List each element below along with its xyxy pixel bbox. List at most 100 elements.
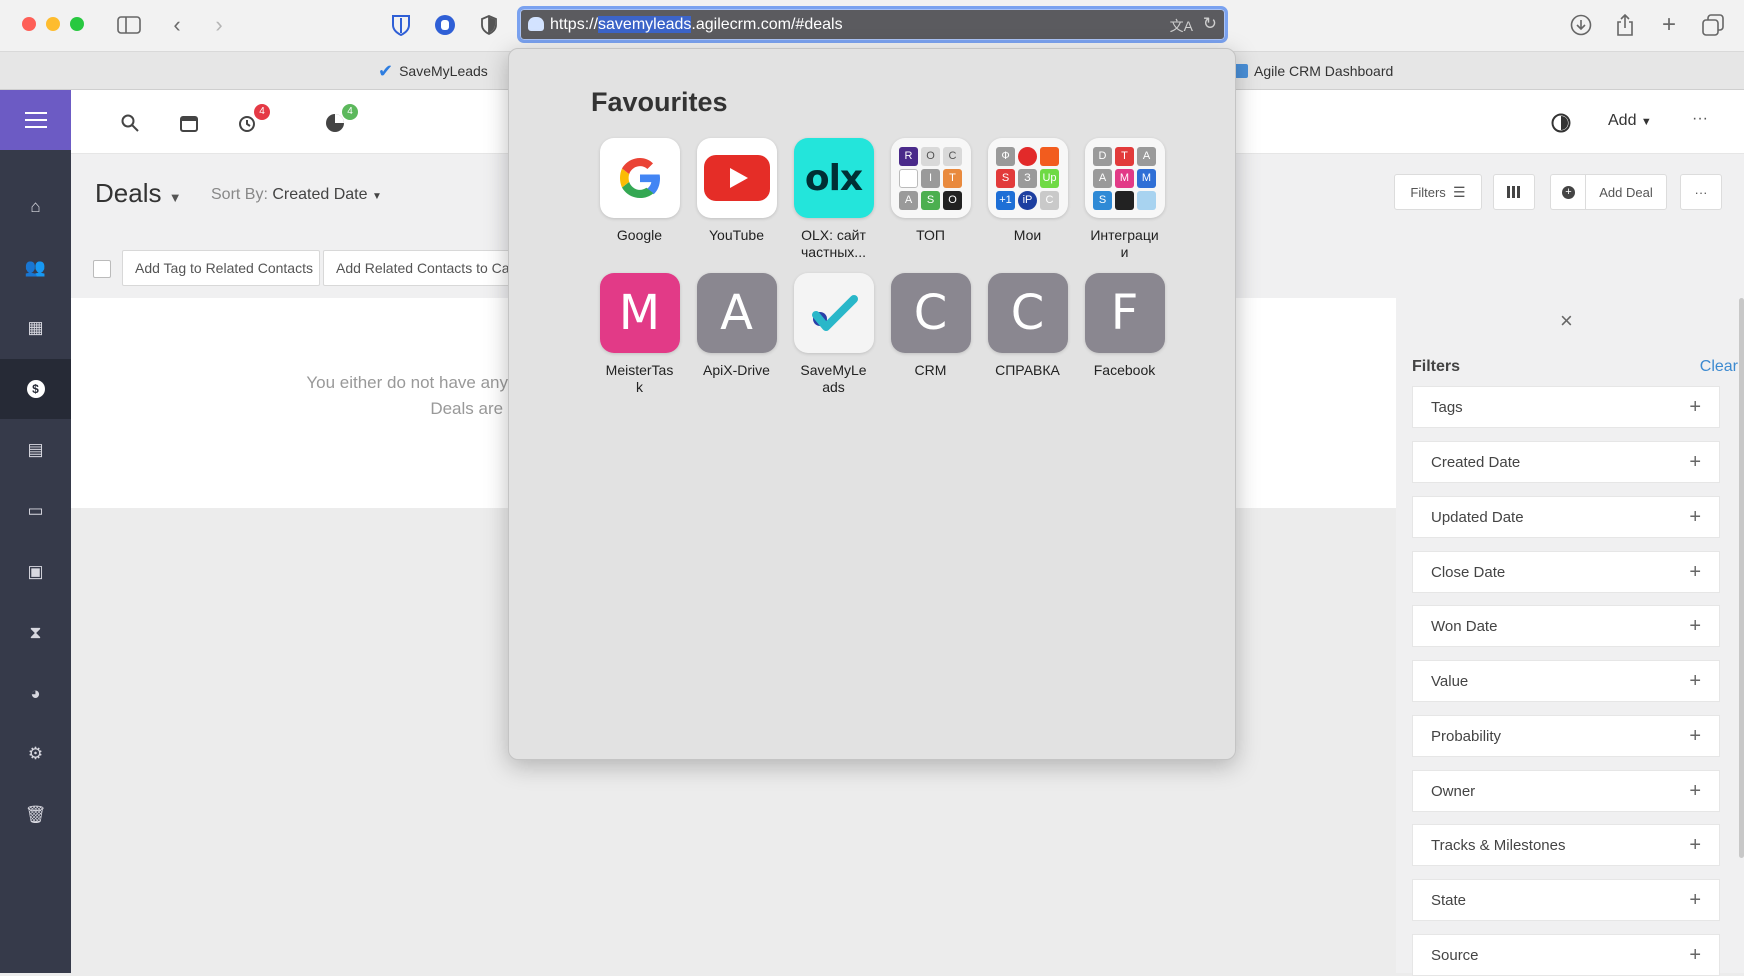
search-icon[interactable]: [117, 110, 143, 136]
filter-value[interactable]: Value +: [1412, 660, 1720, 702]
sidebar-toggle-icon[interactable]: [116, 12, 142, 38]
sidebar-inbox-icon[interactable]: ▭: [0, 481, 71, 541]
filter-won-date[interactable]: Won Date +: [1412, 605, 1720, 647]
activity-chart-icon[interactable]: 4: [322, 104, 358, 136]
page-title[interactable]: Deals ▼: [95, 178, 182, 209]
sidebar-reports-icon[interactable]: ◕: [0, 664, 71, 724]
filter-updated-date[interactable]: Updated Date +: [1412, 496, 1720, 538]
calendar-icon[interactable]: [176, 110, 202, 136]
plus-icon: +: [1689, 779, 1701, 802]
favourite-meistertask[interactable]: M MeisterTask: [591, 273, 688, 396]
sidebar-home-icon[interactable]: ⌂: [0, 177, 71, 237]
favourite-apix-drive[interactable]: A ApiX-Drive: [688, 273, 785, 379]
alarm-count-badge: 4: [254, 104, 270, 120]
spravka-letter-icon: C: [987, 273, 1068, 353]
minimize-window-button[interactable]: [46, 17, 60, 31]
reload-icon[interactable]: ↻: [1203, 14, 1217, 34]
url-text[interactable]: https://savemyleads.agilecrm.com/#deals: [550, 16, 843, 34]
sidebar-deals-icon[interactable]: $: [0, 359, 71, 419]
filter-created-date[interactable]: Created Date +: [1412, 441, 1720, 483]
plus-icon: +: [1689, 724, 1701, 747]
filter-source[interactable]: Source +: [1412, 934, 1720, 976]
header-more-button[interactable]: ···: [1692, 110, 1708, 128]
favourite-google[interactable]: Google: [591, 138, 688, 244]
bitwarden-extension-icon[interactable]: [388, 12, 414, 38]
add-deal-button[interactable]: Add Deal: [1585, 174, 1667, 210]
plus-icon: +: [1689, 888, 1701, 911]
new-tab-icon[interactable]: +: [1656, 11, 1682, 38]
filters-heading: Filters: [1412, 358, 1461, 375]
deals-more-button[interactable]: ···: [1680, 174, 1722, 210]
alarm-icon[interactable]: 4: [234, 104, 270, 136]
filters-button[interactable]: Filters ☰: [1394, 174, 1482, 210]
sidebar-tasks-icon[interactable]: ⧗: [0, 603, 71, 663]
plus-icon: +: [1689, 395, 1701, 418]
cloud-icon: [528, 17, 544, 31]
translate-icon[interactable]: 文A: [1170, 16, 1193, 36]
page-scrollbar[interactable]: [1739, 298, 1744, 858]
favourite-folder-moi[interactable]: Ф S З Up +1 iP C Мои: [979, 138, 1076, 244]
savemyleads-favicon-icon: ✔: [378, 60, 394, 81]
facebook-letter-icon: F: [1084, 273, 1165, 353]
olx-icon: olx: [793, 138, 874, 218]
filter-probability[interactable]: Probability +: [1412, 715, 1720, 757]
favourite-crm[interactable]: C CRM: [882, 273, 979, 379]
zoom-window-button[interactable]: [70, 17, 84, 31]
folder-moi-icon: Ф S З Up +1 iP C: [987, 138, 1068, 218]
sidebar-calendar-icon[interactable]: ▣: [0, 542, 71, 602]
sort-by-dropdown[interactable]: Sort By: Created Date ▼: [211, 186, 382, 204]
filter-owner[interactable]: Owner +: [1412, 770, 1720, 812]
close-filters-icon[interactable]: ×: [1560, 308, 1573, 334]
sidebar-trash-icon[interactable]: 🗑: [0, 785, 71, 845]
sidebar-settings-icon[interactable]: ⚙: [0, 724, 71, 784]
savemyleads-icon: [793, 273, 874, 353]
hamburger-menu-icon[interactable]: [0, 90, 71, 150]
tab-savemyleads[interactable]: ✔ SaveMyLeads: [378, 52, 488, 90]
folder-top-icon: R O C I T A S O: [890, 138, 971, 218]
tab-overview-icon[interactable]: [1700, 12, 1726, 38]
adblock-extension-icon[interactable]: [432, 12, 458, 38]
sidebar-documents-icon[interactable]: ▤: [0, 420, 71, 480]
address-bar[interactable]: https://savemyleads.agilecrm.com/#deals …: [517, 6, 1228, 43]
column-view-button[interactable]: [1493, 174, 1535, 210]
plus-icon: +: [1689, 669, 1701, 692]
add-deal-icon-button[interactable]: +: [1550, 174, 1586, 210]
filter-tags[interactable]: Tags +: [1412, 386, 1720, 428]
tab-agile-crm-dashboard[interactable]: Agile CRM Dashboard: [1234, 52, 1393, 90]
back-icon[interactable]: ‹: [164, 12, 190, 38]
add-menu-button[interactable]: Add ▼: [1608, 112, 1652, 130]
sidebar-contacts-icon[interactable]: 👥: [0, 238, 71, 298]
forward-icon[interactable]: ›: [206, 12, 232, 38]
select-all-checkbox[interactable]: [93, 260, 111, 278]
add-tag-related-contacts-button[interactable]: Add Tag to Related Contacts: [122, 250, 320, 286]
favourites-heading: Favourites: [591, 87, 728, 117]
filter-tracks-milestones[interactable]: Tracks & Milestones +: [1412, 824, 1720, 866]
filter-close-date[interactable]: Close Date +: [1412, 551, 1720, 593]
favourite-facebook[interactable]: F Facebook: [1076, 273, 1173, 379]
favourite-folder-integrations[interactable]: D T A A M M S Интеграции: [1076, 138, 1173, 261]
agile-crm-favicon-icon: [1234, 64, 1248, 78]
favourite-folder-top[interactable]: R O C I T A S O ТОП: [882, 138, 979, 244]
apix-drive-letter-icon: A: [696, 273, 777, 353]
filters-panel: × Filters Clear Tags + Created Date + Upda…: [1396, 298, 1744, 976]
favourite-youtube[interactable]: YouTube: [688, 138, 785, 244]
share-icon[interactable]: [1612, 12, 1638, 38]
filter-state[interactable]: State +: [1412, 879, 1720, 921]
google-icon: [599, 138, 680, 218]
favourite-spravka[interactable]: C СПРАВКА: [979, 273, 1076, 379]
theme-toggle-icon[interactable]: [1548, 110, 1574, 136]
downloads-icon[interactable]: [1568, 12, 1594, 38]
youtube-icon: [696, 138, 777, 218]
meistertask-letter-icon: M: [599, 273, 680, 353]
sidebar-companies-icon[interactable]: ▦: [0, 298, 71, 358]
favourite-savemyleads[interactable]: SaveMyLeads: [785, 273, 882, 396]
favourite-olx[interactable]: olx OLX: сайт частных...: [785, 138, 882, 261]
plus-icon: +: [1689, 560, 1701, 583]
close-window-button[interactable]: [22, 17, 36, 31]
favourites-popover: Favourites Google YouTube olx OLX: сайт …: [508, 48, 1236, 760]
clear-filters-link[interactable]: Clear: [1700, 358, 1738, 376]
privacy-shield-icon[interactable]: [476, 12, 502, 38]
plus-icon: +: [1689, 833, 1701, 856]
activity-count-badge: 4: [342, 104, 358, 120]
plus-icon: +: [1689, 505, 1701, 528]
